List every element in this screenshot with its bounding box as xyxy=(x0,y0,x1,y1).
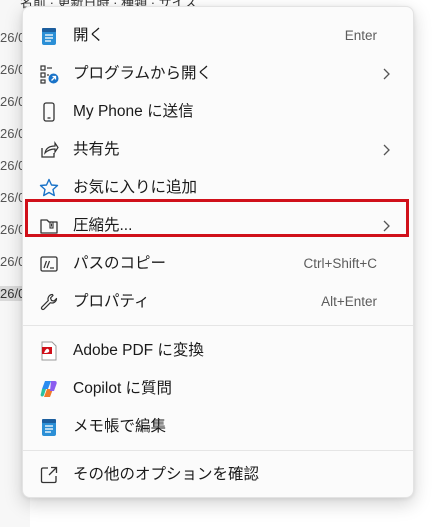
menu-item-copy-path[interactable]: パスのコピー Ctrl+Shift+C xyxy=(23,245,413,283)
menu-item-send-to-phone[interactable]: My Phone に送信 xyxy=(23,93,413,131)
zip-folder-icon xyxy=(39,216,59,236)
share-icon xyxy=(39,140,59,160)
more-options-icon xyxy=(39,465,59,485)
menu-item-label: プログラムから開く xyxy=(73,65,213,82)
menu-item-label: その他のオプションを確認 xyxy=(73,466,260,483)
menu-item-label: パスのコピー xyxy=(73,255,167,272)
phone-icon xyxy=(39,102,59,122)
chevron-right-icon xyxy=(379,143,393,157)
menu-item-label: My Phone に送信 xyxy=(73,103,194,120)
menu-item-show-more-options[interactable]: その他のオプションを確認 xyxy=(23,456,413,494)
menu-item-open[interactable]: 開く Enter xyxy=(23,17,413,55)
chevron-right-icon xyxy=(379,67,393,81)
menu-item-label: 開く xyxy=(73,27,105,44)
open-with-icon xyxy=(39,64,59,84)
menu-item-label: Adobe PDF に変換 xyxy=(73,342,204,359)
notepad-icon xyxy=(39,26,59,46)
menu-item-label: お気に入りに追加 xyxy=(73,179,198,196)
copilot-icon xyxy=(39,379,59,399)
menu-item-label: 圧縮先... xyxy=(73,217,133,234)
menu-item-share[interactable]: 共有先 xyxy=(23,131,413,169)
menu-separator xyxy=(23,450,413,451)
adobe-pdf-icon xyxy=(39,341,59,361)
menu-item-edit-notepad[interactable]: メモ帳で編集 xyxy=(23,408,413,446)
notepad-icon xyxy=(39,417,59,437)
menu-item-label: メモ帳で編集 xyxy=(73,418,167,435)
menu-item-add-favorite[interactable]: お気に入りに追加 xyxy=(23,169,413,207)
menu-item-label: プロパティ xyxy=(73,293,150,310)
chevron-right-icon xyxy=(379,219,393,233)
menu-item-open-with[interactable]: プログラムから開く xyxy=(23,55,413,93)
star-icon xyxy=(39,178,59,198)
menu-item-convert-adobe-pdf[interactable]: Adobe PDF に変換 xyxy=(23,332,413,370)
context-menu: 開く Enter プログラムから開く My Phone に送信 共有先 お気に入… xyxy=(22,6,414,498)
menu-item-properties[interactable]: プロパティ Alt+Enter xyxy=(23,283,413,321)
copy-path-icon xyxy=(39,254,59,274)
menu-item-ask-copilot[interactable]: Copilot に質問 xyxy=(23,370,413,408)
menu-item-shortcut: Ctrl+Shift+C xyxy=(303,256,377,271)
menu-item-label: Copilot に質問 xyxy=(73,380,173,397)
menu-item-shortcut: Alt+Enter xyxy=(321,294,377,309)
menu-item-shortcut: Enter xyxy=(344,28,377,43)
menu-item-compress-to[interactable]: 圧縮先... xyxy=(23,207,413,245)
menu-item-label: 共有先 xyxy=(73,141,120,158)
wrench-icon xyxy=(39,292,59,312)
menu-separator xyxy=(23,325,413,326)
